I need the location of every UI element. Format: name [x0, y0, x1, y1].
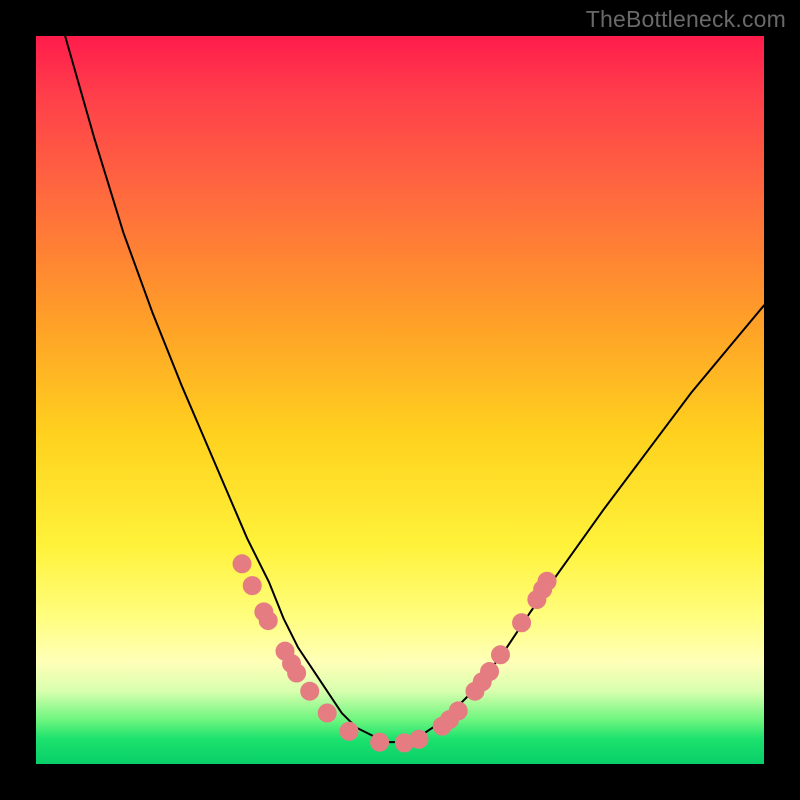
scatter-dot	[233, 555, 251, 573]
watermark-text: TheBottleneck.com	[586, 6, 786, 33]
scatter-dot	[340, 722, 358, 740]
scatter-dot	[301, 682, 319, 700]
stage: TheBottleneck.com	[0, 0, 800, 800]
scatter-dot	[288, 664, 306, 682]
scatter-dot	[259, 612, 277, 630]
scatter-dot	[318, 704, 336, 722]
chart-svg	[36, 36, 764, 764]
scatter-dot	[513, 614, 531, 632]
scatter-dot	[491, 646, 509, 664]
scatter-dots	[233, 555, 556, 752]
scatter-dot	[410, 730, 428, 748]
curve-path	[65, 36, 764, 742]
scatter-dot	[449, 702, 467, 720]
scatter-dot	[371, 733, 389, 751]
scatter-dot	[243, 577, 261, 595]
scatter-dot	[538, 572, 556, 590]
chart-plot-area	[36, 36, 764, 764]
scatter-dot	[481, 663, 499, 681]
